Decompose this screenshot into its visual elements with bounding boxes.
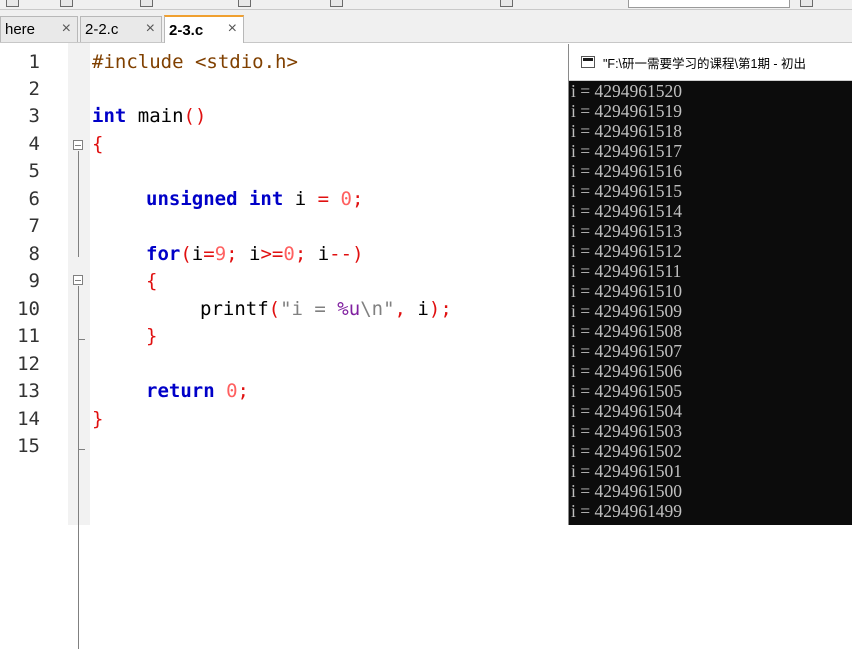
- console-output-line: i = 4294961520: [571, 81, 682, 101]
- console-output-line: i = 4294961501: [571, 461, 682, 481]
- line-number: 10: [17, 298, 40, 320]
- line-number: 3: [28, 105, 40, 127]
- line-number: 13: [17, 380, 40, 402]
- console-output-line: i = 4294961516: [571, 161, 682, 181]
- code-text: return 0;: [146, 380, 249, 402]
- line-number: 12: [17, 353, 40, 375]
- close-icon[interactable]: ×: [62, 20, 71, 38]
- console-output-line: i = 4294961514: [571, 201, 682, 221]
- console-output-line: i = 4294961518: [571, 121, 682, 141]
- tab-bar: here × 2-2.c × 2-3.c ×: [0, 10, 852, 43]
- line-number: 6: [28, 188, 40, 210]
- tab-label: here: [5, 21, 36, 38]
- code-text: {: [92, 133, 104, 155]
- toolbar-button-icon[interactable]: [60, 0, 73, 7]
- console-output-line: i = 4294961509: [571, 301, 682, 321]
- console-output-line: i = 4294961513: [571, 221, 682, 241]
- toolbar: [0, 0, 852, 10]
- console-output-line: i = 4294961499: [571, 501, 682, 521]
- line-number: 1: [28, 51, 40, 73]
- line-number: 14: [17, 408, 40, 430]
- tab-2-3-c[interactable]: 2-3.c ×: [164, 15, 244, 43]
- close-icon[interactable]: ×: [146, 20, 155, 38]
- toolbar-button-icon[interactable]: [238, 0, 251, 7]
- console-output-line: i = 4294961503: [571, 421, 682, 441]
- line-number: 4: [28, 133, 40, 155]
- tab-label: 2-3.c: [169, 21, 204, 39]
- console-output-line: i = 4294961505: [571, 381, 682, 401]
- code-text: }: [92, 408, 104, 430]
- tab-here[interactable]: here ×: [0, 16, 78, 42]
- close-icon[interactable]: ×: [228, 20, 237, 38]
- toolbar-button-icon[interactable]: [330, 0, 343, 7]
- code-text: for(i=9; i>=0; i--): [146, 243, 364, 265]
- console-output-line: i = 4294961512: [571, 241, 682, 261]
- toolbar-button-icon[interactable]: [6, 0, 19, 7]
- code-text: }: [146, 325, 158, 347]
- console-title: "F:\研一需要学习的课程\第1期 - 初出: [603, 56, 807, 71]
- line-number: 2: [28, 78, 40, 100]
- code-text: unsigned int i = 0;: [146, 188, 364, 210]
- console-output-line: i = 4294961504: [571, 401, 682, 421]
- code-text: printf("i = %u\n", i);: [200, 298, 452, 320]
- console-title-bar[interactable]: "F:\研一需要学习的课程\第1期 - 初出: [569, 44, 852, 81]
- line-number: 15: [17, 435, 40, 457]
- console-window[interactable]: "F:\研一需要学习的课程\第1期 - 初出 i = 4294961520 i =…: [568, 44, 852, 525]
- toolbar-button-icon[interactable]: [800, 0, 813, 7]
- toolbar-search-input[interactable]: [628, 0, 790, 8]
- console-output-line: i = 4294961519: [571, 101, 682, 121]
- console-output-line: i = 4294961510: [571, 281, 682, 301]
- tab-label: 2-2.c: [85, 21, 119, 38]
- line-number: 11: [17, 325, 40, 347]
- console-output-line: i = 4294961517: [571, 141, 682, 161]
- toolbar-button-icon[interactable]: [140, 0, 153, 7]
- line-number: 5: [28, 160, 40, 182]
- code-text: {: [146, 270, 158, 292]
- line-number: 9: [28, 270, 40, 292]
- console-output-line: i = 4294961508: [571, 321, 682, 341]
- console-output: i = 4294961520 i = 4294961519 i = 42949615…: [571, 81, 852, 525]
- console-output-line: i = 4294961515: [571, 181, 682, 201]
- tab-2-2-c[interactable]: 2-2.c ×: [80, 16, 162, 42]
- console-output-line: i = 4294961507: [571, 341, 682, 361]
- code-text: #include <stdio.h>: [92, 51, 298, 73]
- console-output-line: i = 4294961506: [571, 361, 682, 381]
- line-number: 7: [28, 215, 40, 237]
- code-text: int main(): [92, 105, 207, 127]
- console-output-line: i = 4294961498: [571, 521, 852, 525]
- console-output-line: i = 4294961502: [571, 441, 682, 461]
- console-app-icon: [581, 56, 595, 68]
- line-number: 8: [28, 243, 40, 265]
- toolbar-button-icon[interactable]: [500, 0, 513, 7]
- console-output-line: i = 4294961511: [571, 261, 682, 281]
- console-output-line: i = 4294961500: [571, 481, 682, 501]
